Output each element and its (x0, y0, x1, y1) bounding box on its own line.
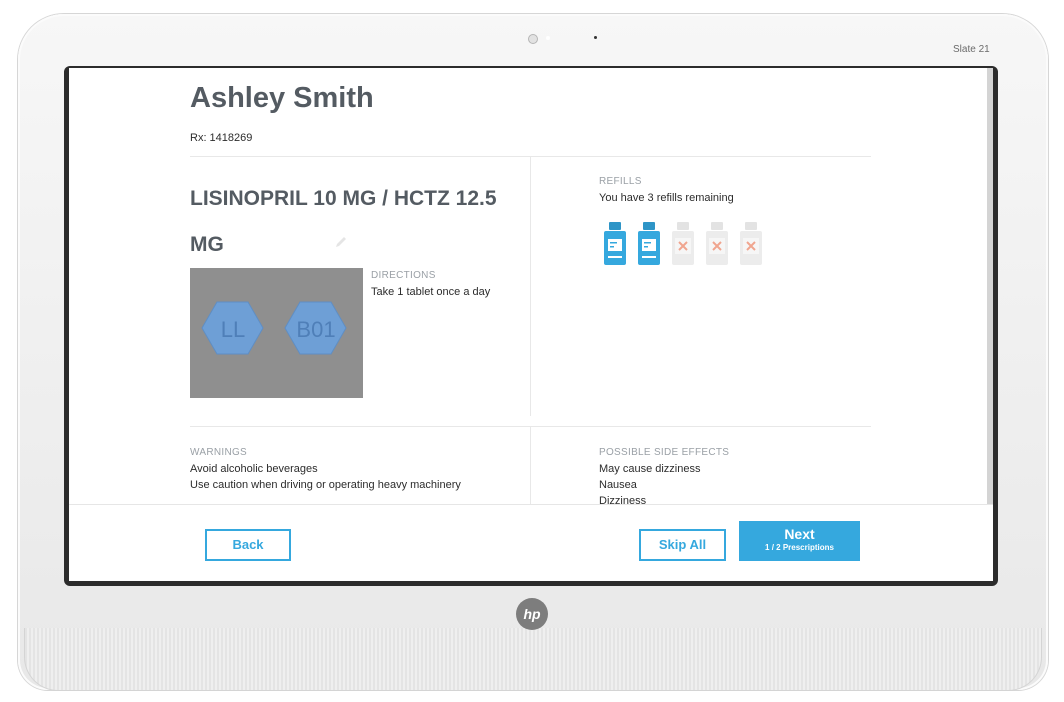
refills-label: REFILLS (599, 176, 642, 187)
camera (528, 34, 538, 44)
refill-bottle-available-icon (638, 222, 660, 265)
hp-logo: hp (516, 598, 548, 630)
refill-bottles (603, 222, 773, 266)
refill-bottle-used-icon (740, 222, 762, 265)
prescription-detail: Ashley Smith Rx: 1418269 LISINOPRIL 10 M… (69, 68, 993, 504)
patient-name: Ashley Smith (190, 82, 374, 114)
side-effect-item: May cause dizziness (599, 463, 701, 475)
refill-bottle-used-icon (706, 222, 728, 265)
model-label: Slate 21 (953, 44, 990, 55)
warning-item: Use caution when driving or operating he… (190, 479, 461, 491)
screen: Ashley Smith Rx: 1418269 LISINOPRIL 10 M… (64, 66, 998, 586)
refill-bottle-used-icon (672, 222, 694, 265)
side-effect-item: Dizziness (599, 495, 647, 504)
next-button-label: Next (784, 526, 815, 542)
pill-illustration: LL B01 (201, 301, 347, 355)
prescription-counter: 1 / 2 Prescriptions (765, 543, 834, 552)
refills-text: You have 3 refills remaining (599, 192, 734, 204)
skip-all-button[interactable]: Skip All (639, 529, 726, 561)
column-divider (530, 156, 531, 416)
pill-imprint: B01 (296, 317, 335, 342)
rx-number: Rx: 1418269 (190, 132, 253, 144)
side-effects-label: POSSIBLE SIDE EFFECTS (599, 447, 730, 458)
side-effect-item: Nausea (599, 479, 637, 491)
pill-image: LL B01 (190, 268, 363, 398)
sensor-dot (594, 36, 597, 39)
pencil-icon (336, 237, 346, 247)
directions-text: Take 1 tablet once a day (371, 286, 491, 298)
scrollbar[interactable] (987, 68, 993, 528)
warning-item: Avoid alcoholic beverages (190, 463, 318, 475)
pill-imprint: LL (221, 317, 245, 342)
refill-bottle-available-icon (604, 222, 626, 265)
medication-name: LISINOPRIL 10 MG / HCTZ 12.5 MG (190, 187, 497, 256)
column-divider (530, 426, 531, 504)
back-button[interactable]: Back (205, 529, 291, 561)
camera-light (546, 36, 550, 40)
footer-bar: Back Skip All Next 1 / 2 Prescriptions (69, 504, 993, 581)
next-button[interactable]: Next 1 / 2 Prescriptions (739, 521, 860, 561)
directions-label: DIRECTIONS (371, 270, 436, 281)
speaker-grille (24, 628, 1042, 691)
warnings-label: WARNINGS (190, 447, 248, 458)
